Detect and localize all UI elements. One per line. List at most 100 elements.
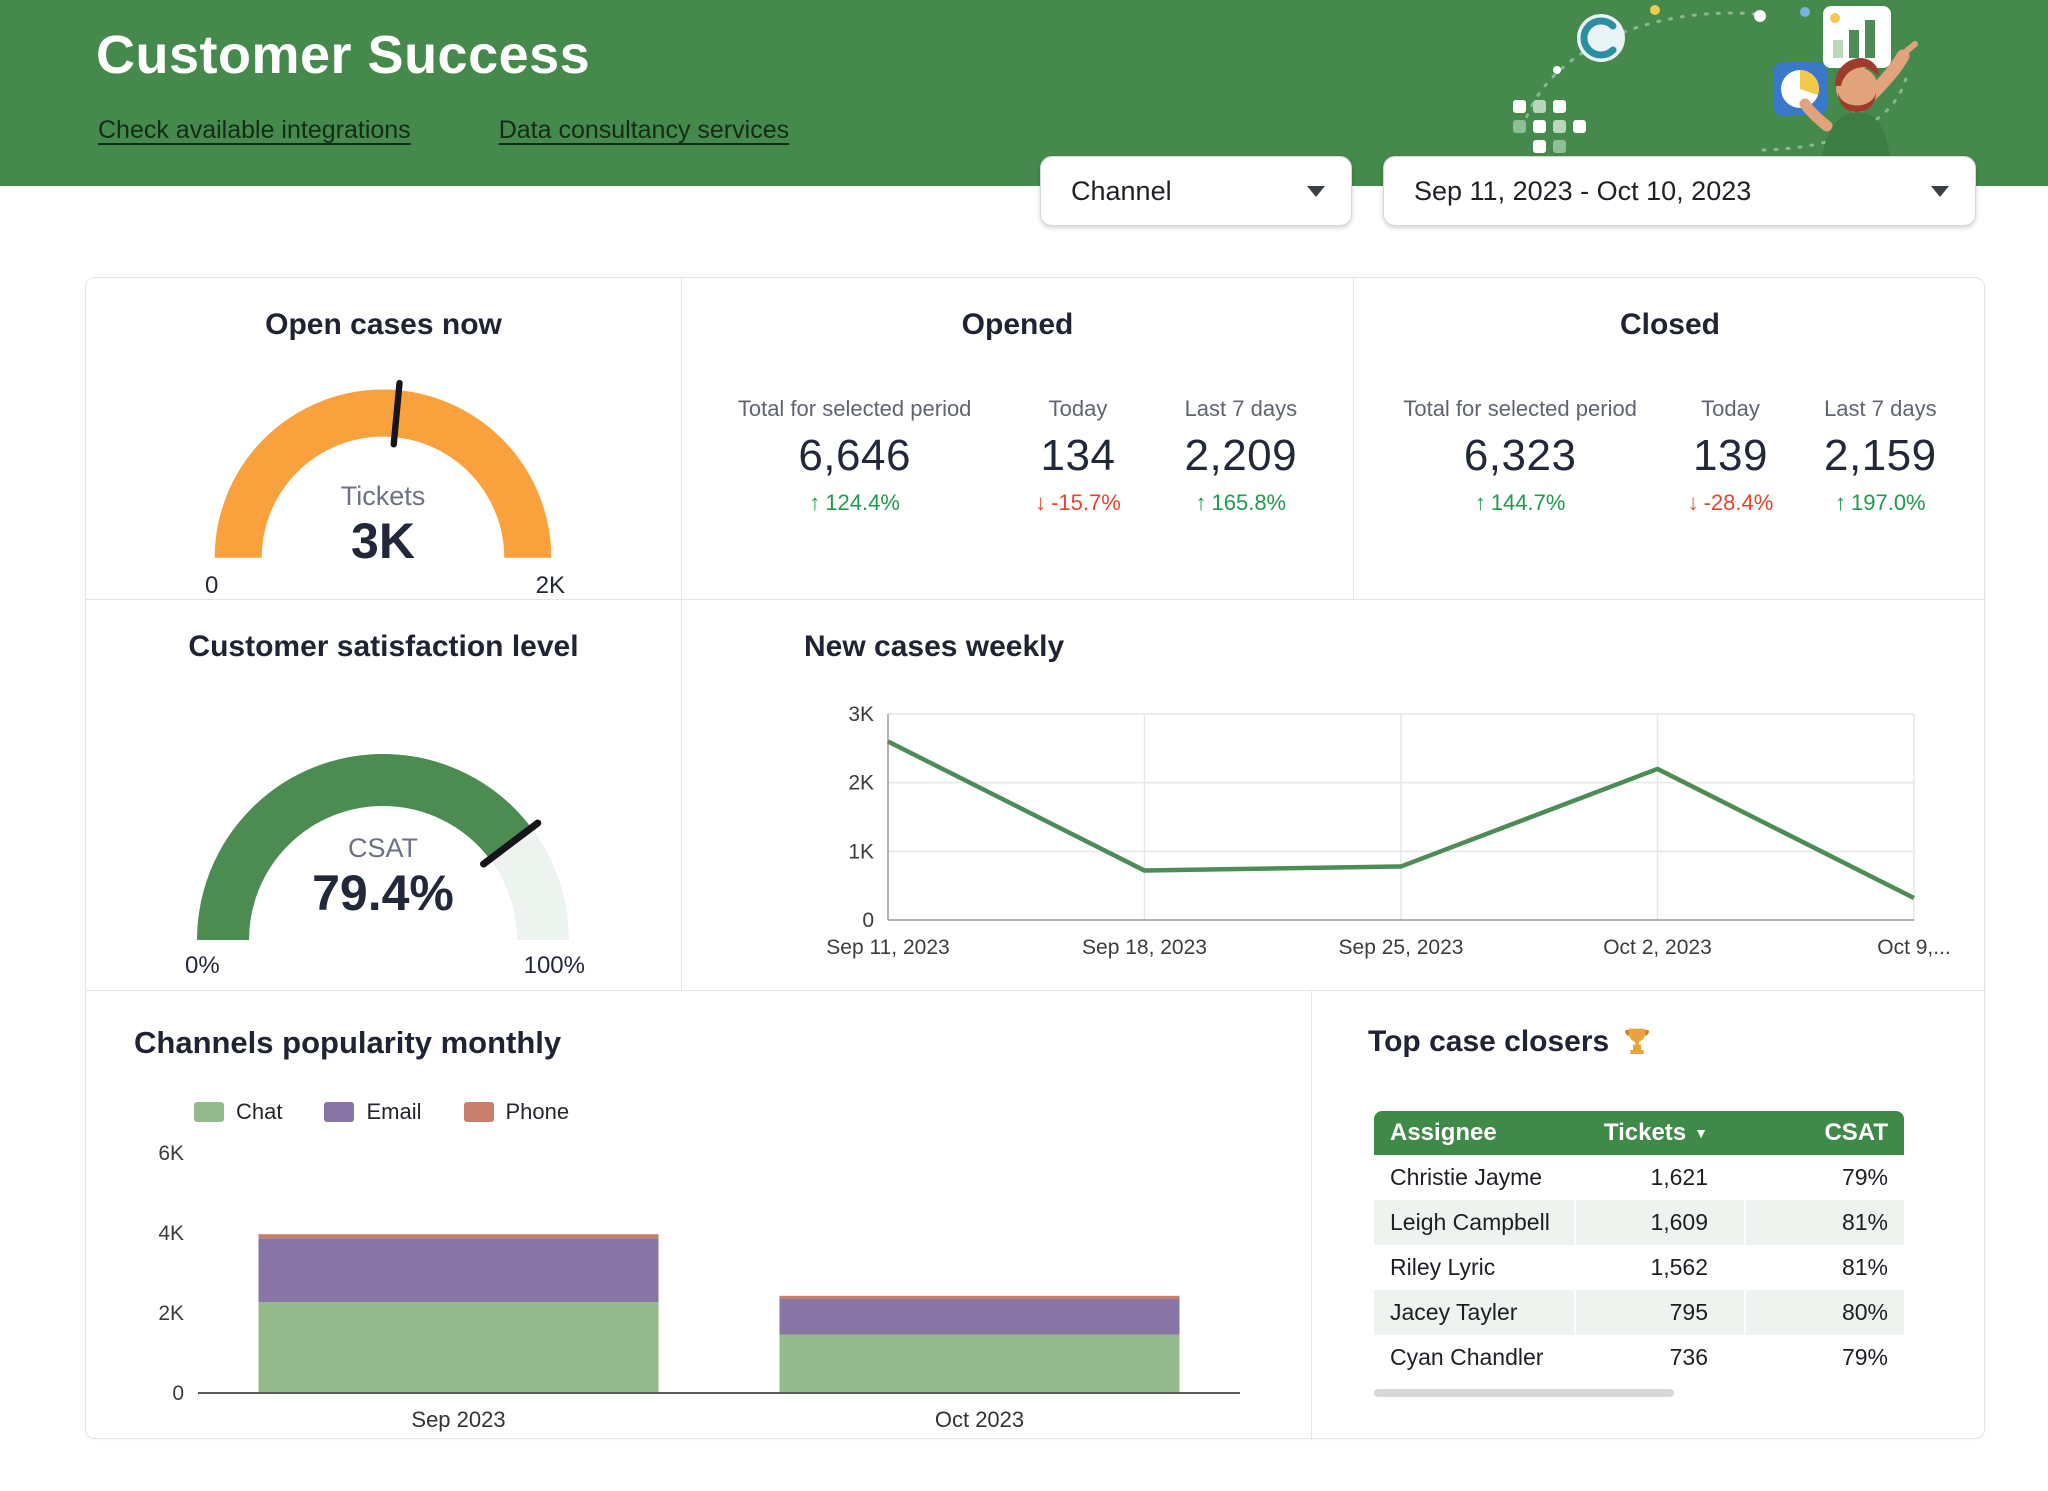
svg-text:2K: 2K	[158, 1302, 184, 1325]
gauge-max-label: 2K	[536, 572, 565, 600]
svg-text:0: 0	[862, 909, 874, 932]
svg-text:4K: 4K	[158, 1222, 184, 1245]
table-body: Christie Jayme1,62179%Leigh Campbell1,60…	[1374, 1155, 1904, 1380]
gauge-min-label: 0	[205, 572, 218, 600]
delta-arrow-icon: ↓	[1035, 490, 1046, 515]
gauge-min-label: 0%	[185, 952, 220, 980]
panel-title-csat: Customer satisfaction level	[86, 630, 681, 664]
sort-desc-icon	[1686, 1119, 1708, 1146]
trophy-icon	[1621, 1026, 1653, 1058]
svg-text:1K: 1K	[848, 840, 874, 863]
svg-text:Sep 11, 2023: Sep 11, 2023	[826, 936, 949, 959]
date-range-dropdown[interactable]: Sep 11, 2023 - Oct 10, 2023	[1383, 156, 1976, 226]
channel-filter-value: Channel	[1071, 176, 1172, 207]
svg-text:2K: 2K	[848, 772, 874, 795]
illustration-pie-chart-icon	[1773, 62, 1827, 116]
date-range-value: Sep 11, 2023 - Oct 10, 2023	[1414, 176, 1751, 207]
open-cases-gauge: Tickets 3K 0 2K	[193, 366, 573, 574]
closed-stats: Total for selected period 6,323 ↑144.7% …	[1378, 396, 1962, 516]
svg-text:3K: 3K	[848, 703, 874, 726]
svg-text:Sep 25, 2023: Sep 25, 2023	[1339, 936, 1464, 959]
stat-opened-7days: Last 7 days 2,209 ↑165.8%	[1185, 396, 1298, 516]
tickets-cell: 795	[1574, 1290, 1744, 1335]
svg-text:Sep 2023: Sep 2023	[411, 1407, 505, 1432]
gauge-value: 3K	[193, 516, 573, 566]
svg-text:Oct 9,...: Oct 9,...	[1877, 936, 1951, 959]
illustration-dots-grid	[1513, 100, 1586, 153]
gauge-metric-label: Tickets	[193, 481, 573, 512]
legend-item-email: Email	[324, 1099, 421, 1125]
dashboard: Customer Success Check available integra…	[0, 0, 2048, 1491]
panel-title-closers: Top case closers	[1368, 1025, 1609, 1059]
stat-closed-total: Total for selected period 6,323 ↑144.7%	[1403, 396, 1637, 516]
csat-cell: 81%	[1744, 1200, 1904, 1245]
csat-cell: 81%	[1744, 1245, 1904, 1290]
assignee-cell: Christie Jayme	[1374, 1155, 1574, 1200]
delta-arrow-icon: ↑	[1835, 490, 1846, 515]
csat-cell: 79%	[1744, 1335, 1904, 1380]
delta-arrow-icon: ↑	[1475, 490, 1486, 515]
stat-opened-today: Today 134 ↓-15.7%	[1035, 396, 1121, 516]
chat-swatch	[194, 1102, 224, 1122]
header-links: Check available integrations Data consul…	[98, 116, 789, 145]
csat-gauge: CSAT 79.4% 0% 100%	[173, 728, 593, 958]
dashboard-card: Open cases now Tickets 3K 0 2K Opened To…	[85, 277, 1985, 1439]
delta-arrow-icon: ↑	[809, 490, 820, 515]
channel-filter-dropdown[interactable]: Channel	[1040, 156, 1352, 226]
assignee-cell: Jacey Tayler	[1374, 1290, 1574, 1335]
opened-stats: Total for selected period 6,646 ↑124.4% …	[706, 396, 1329, 516]
new-cases-line-chart: 0 1K 2K 3K Sep 11, 2023 Sep 18, 2023 Sep 25, 2…	[822, 700, 1972, 968]
panel-closed: Closed Total for selected period 6,323 ↑…	[1353, 278, 1986, 599]
column-header-assignee[interactable]: Assignee	[1374, 1111, 1574, 1155]
panel-title-open-cases: Open cases now	[86, 308, 681, 342]
panel-channels-popularity: Channels popularity monthly Chat Email P…	[86, 990, 1311, 1440]
assignee-cell: Riley Lyric	[1374, 1245, 1574, 1290]
csat-cell: 79%	[1744, 1155, 1904, 1200]
tickets-cell: 736	[1574, 1335, 1744, 1380]
link-data-consultancy[interactable]: Data consultancy services	[499, 116, 789, 145]
link-check-integrations[interactable]: Check available integrations	[98, 116, 411, 145]
column-header-csat[interactable]: CSAT	[1744, 1111, 1904, 1155]
panel-title-opened: Opened	[682, 308, 1353, 342]
top-closers-table: Assignee Tickets CSAT Christie Jayme1,62…	[1374, 1111, 1904, 1380]
table-header-row: Assignee Tickets CSAT	[1374, 1111, 1904, 1155]
panel-csat: Customer satisfaction level CSAT 79.4% 0…	[86, 599, 681, 990]
assignee-cell: Cyan Chandler	[1374, 1335, 1574, 1380]
table-row: Christie Jayme1,62179%	[1374, 1155, 1904, 1200]
legend-item-chat: Chat	[194, 1099, 282, 1125]
svg-text:0: 0	[172, 1382, 184, 1405]
csat-cell: 80%	[1744, 1290, 1904, 1335]
page-title: Customer Success	[96, 24, 590, 86]
tickets-cell: 1,621	[1574, 1155, 1744, 1200]
gauge-metric-label: CSAT	[173, 833, 593, 864]
chevron-down-icon	[1307, 186, 1325, 197]
svg-text:Sep 18, 2023: Sep 18, 2023	[1082, 936, 1207, 959]
panel-title-channels: Channels popularity monthly	[134, 1025, 561, 1061]
phone-swatch	[464, 1102, 494, 1122]
panel-new-cases-weekly: New cases weekly 0 1K 2K 3K Sep 11, 2023 Sep …	[681, 599, 1986, 990]
gauge-value: 79.4%	[173, 868, 593, 918]
tickets-cell: 1,562	[1574, 1245, 1744, 1290]
svg-text:Oct 2, 2023: Oct 2, 2023	[1603, 936, 1712, 959]
delta-arrow-icon: ↓	[1688, 490, 1699, 515]
panel-title-new-cases: New cases weekly	[804, 630, 1064, 664]
legend-item-phone: Phone	[464, 1099, 570, 1125]
chart-legend: Chat Email Phone	[194, 1099, 569, 1125]
panel-opened: Opened Total for selected period 6,646 ↑…	[681, 278, 1353, 599]
table-row: Riley Lyric1,56281%	[1374, 1245, 1904, 1290]
panel-title-closed: Closed	[1354, 308, 1986, 342]
table-row: Jacey Tayler79580%	[1374, 1290, 1904, 1335]
gauge-max-label: 100%	[524, 952, 585, 980]
svg-text:6K: 6K	[158, 1142, 184, 1165]
illustration-logo	[1577, 14, 1625, 62]
tickets-cell: 1,609	[1574, 1200, 1744, 1245]
channels-stacked-bar-chart: 0 2K 4K 6K Sep 2023 Oct 2023	[126, 1141, 1276, 1441]
stat-closed-today: Today 139 ↓-28.4%	[1688, 396, 1774, 516]
table-scrollbar[interactable]	[1374, 1389, 1674, 1397]
column-header-tickets[interactable]: Tickets	[1574, 1111, 1744, 1155]
table-row: Leigh Campbell1,60981%	[1374, 1200, 1904, 1245]
svg-text:Oct 2023: Oct 2023	[935, 1407, 1024, 1432]
email-swatch	[324, 1102, 354, 1122]
delta-arrow-icon: ↑	[1196, 490, 1207, 515]
panel-open-cases: Open cases now Tickets 3K 0 2K	[86, 278, 681, 599]
